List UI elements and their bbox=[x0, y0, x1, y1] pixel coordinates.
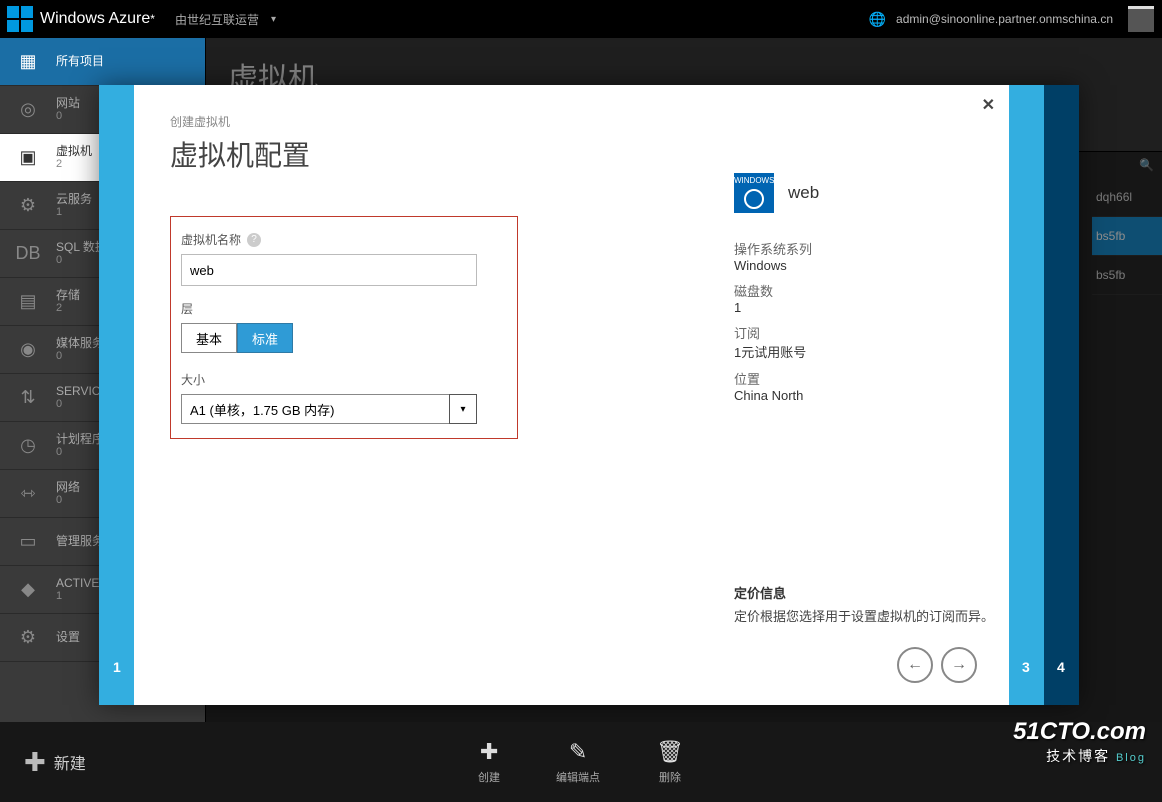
sidebar-item-label: 虚拟机 bbox=[56, 144, 92, 158]
breadcrumb: 创建虚拟机 bbox=[170, 113, 973, 130]
network-icon: ⇿ bbox=[12, 478, 44, 510]
summary-pane: WINDOWS web 操作系统系列 Windows 磁盘数 1 订阅 1元试用… bbox=[734, 173, 1064, 411]
plus-icon: ✚ bbox=[480, 739, 498, 765]
sidebar-item-count: 0 bbox=[56, 494, 80, 507]
globe-icon: ◎ bbox=[12, 94, 44, 126]
ad-icon: ◆ bbox=[12, 574, 44, 606]
brand-suffix: * bbox=[150, 12, 155, 26]
delete-button[interactable]: 🗑 删除 bbox=[656, 739, 684, 785]
wizard-panel: ✕ 创建虚拟机 虚拟机配置 虚拟机名称 ? 层 基本 标准 大小 ▾ bbox=[134, 85, 1009, 705]
sidebar-item-label: 设置 bbox=[56, 630, 80, 644]
sidebar-item-label: 媒体服务 bbox=[56, 336, 104, 350]
create-button[interactable]: ✚ 创建 bbox=[478, 739, 500, 785]
edit-button[interactable]: ✎ 编辑端点 bbox=[556, 739, 600, 785]
summary-key: 订阅 bbox=[734, 323, 1064, 342]
wizard-step-strip-1[interactable]: 1 bbox=[99, 85, 134, 705]
new-label: 新建 bbox=[54, 750, 86, 774]
close-icon[interactable]: ✕ bbox=[982, 95, 995, 115]
globe-icon[interactable]: 🌐 bbox=[869, 11, 886, 28]
sidebar-item-label: 网络 bbox=[56, 480, 80, 494]
chevron-down-icon[interactable]: ▾ bbox=[449, 394, 477, 424]
settings-icon: ⚙ bbox=[12, 622, 44, 654]
mgmt-icon: ▭ bbox=[12, 526, 44, 558]
sidebar-item-count: 2 bbox=[56, 302, 80, 315]
btn-label: 创建 bbox=[478, 769, 500, 785]
trash-icon: 🗑 bbox=[656, 739, 684, 765]
plus-icon: ✚ bbox=[24, 747, 46, 778]
watermark: 51CTO.com 技术博客 Blog bbox=[1013, 718, 1146, 766]
wizard-nav: ← → bbox=[897, 647, 977, 683]
tier-standard-button[interactable]: 标准 bbox=[237, 323, 293, 353]
sidebar-item-count: 2 bbox=[56, 158, 92, 171]
table-icon: ▤ bbox=[12, 286, 44, 318]
next-button[interactable]: → bbox=[941, 647, 977, 683]
wizard-title: 虚拟机配置 bbox=[170, 134, 973, 174]
sidebar-item-label: 所有项目 bbox=[56, 54, 104, 68]
database-icon: DB bbox=[12, 238, 44, 270]
vm-name-label: 虚拟机名称 ? bbox=[181, 231, 507, 248]
form-container: 虚拟机名称 ? 层 基本 标准 大小 ▾ bbox=[170, 216, 518, 439]
sidebar-item-count: 0 bbox=[56, 350, 104, 363]
sidebar-item-label: 存储 bbox=[56, 288, 80, 302]
summary-key: 位置 bbox=[734, 369, 1064, 388]
pricing-desc: 定价根据您选择用于设置虚拟机的订阅而异。 bbox=[734, 606, 1064, 625]
sidebar-item-label: 管理服务 bbox=[56, 534, 104, 548]
summary-key: 磁盘数 bbox=[734, 281, 1064, 300]
summary-value: 1 bbox=[734, 300, 1064, 315]
summary-value: 1元试用账号 bbox=[734, 342, 1064, 361]
btn-label: 编辑端点 bbox=[556, 769, 600, 785]
step-number-3: 3 bbox=[1022, 659, 1057, 675]
topbar: Windows Azure * 由世纪互联运营 ▾ 🌐 admin@sinoon… bbox=[0, 0, 1162, 38]
new-button[interactable]: ✚ 新建 bbox=[24, 747, 86, 778]
summary-vm-name: web bbox=[788, 183, 819, 203]
wm-line2: 技术博客 bbox=[1046, 748, 1110, 764]
pricing-info: 定价信息 定价根据您选择用于设置虚拟机的订阅而异。 bbox=[734, 583, 1064, 625]
tier-label: 层 bbox=[181, 300, 507, 317]
wm-line1: 51CTO.com bbox=[1013, 718, 1146, 746]
brand[interactable]: Windows Azure bbox=[40, 10, 150, 28]
summary-value: China North bbox=[734, 388, 1064, 403]
sidebar-item-count: 0 bbox=[56, 446, 104, 459]
os-thumbnail-icon: WINDOWS bbox=[734, 173, 774, 213]
account-email[interactable]: admin@sinoonline.partner.onmschina.cn bbox=[896, 12, 1113, 26]
help-icon[interactable]: ? bbox=[247, 233, 261, 247]
sidebar-item-count: 1 bbox=[56, 206, 92, 219]
clock-icon: ◷ bbox=[12, 430, 44, 462]
summary-key: 操作系统系列 bbox=[734, 239, 1064, 258]
media-icon: ◉ bbox=[12, 334, 44, 366]
bottom-bar: ✚ 新建 ✚ 创建 ✎ 编辑端点 🗑 删除 bbox=[0, 722, 1162, 802]
sidebar-item-label: 云服务 bbox=[56, 192, 92, 206]
chevron-down-icon[interactable]: ▾ bbox=[271, 14, 276, 25]
thumb-label: WINDOWS bbox=[734, 176, 774, 185]
sidebar-item-label: 计划程序 bbox=[56, 432, 104, 446]
pricing-title: 定价信息 bbox=[734, 583, 1064, 602]
prev-button[interactable]: ← bbox=[897, 647, 933, 683]
sidebar-item-all[interactable]: ▦ 所有项目 bbox=[0, 38, 205, 86]
sidebar-item-count: 0 bbox=[56, 110, 80, 123]
sidebar-item-label: 网站 bbox=[56, 96, 80, 110]
grid-icon: ▦ bbox=[12, 46, 44, 78]
wizard-dialog: 1 ✕ 创建虚拟机 虚拟机配置 虚拟机名称 ? 层 基本 标准 大小 bbox=[99, 85, 1079, 705]
wm-line3: Blog bbox=[1116, 752, 1146, 764]
step-number-4: 4 bbox=[1057, 659, 1092, 675]
summary-value: Windows bbox=[734, 258, 1064, 273]
size-label: 大小 bbox=[181, 371, 507, 388]
gear-icon: ⚙ bbox=[12, 190, 44, 222]
size-select[interactable] bbox=[181, 394, 477, 424]
vm-name-input[interactable] bbox=[181, 254, 477, 286]
avatar-icon[interactable] bbox=[1128, 6, 1154, 32]
windows-logo-icon bbox=[6, 5, 34, 33]
pencil-icon: ✎ bbox=[569, 739, 587, 765]
btn-label: 删除 bbox=[659, 769, 681, 785]
operator-label: 由世纪互联运营 bbox=[175, 11, 259, 28]
monitor-icon: ▣ bbox=[12, 142, 44, 174]
tier-basic-button[interactable]: 基本 bbox=[181, 323, 237, 353]
bus-icon: ⇅ bbox=[12, 382, 44, 414]
label-text: 虚拟机名称 bbox=[181, 231, 241, 248]
